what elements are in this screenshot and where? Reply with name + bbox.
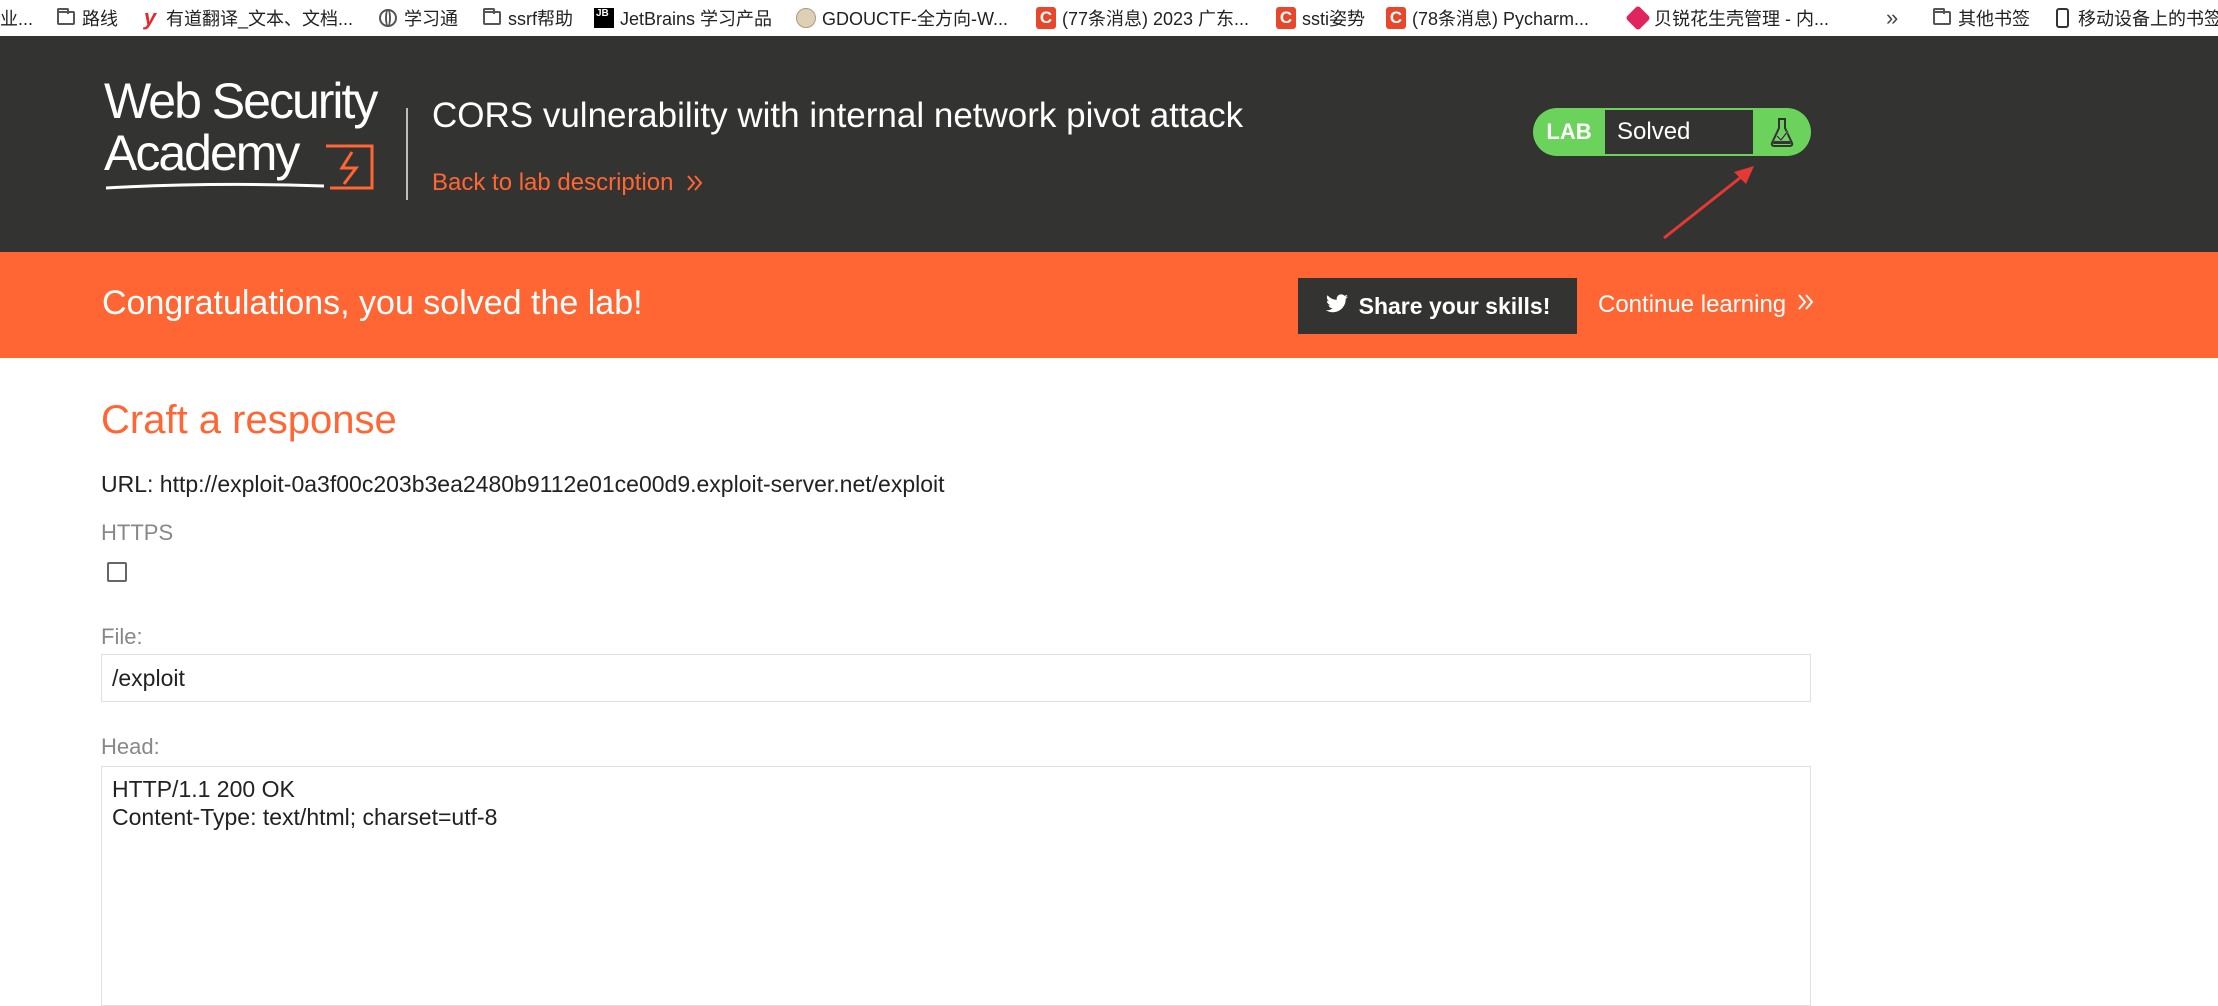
globe-icon — [378, 8, 398, 28]
bookmark-label: (77条消息) 2023 广东... — [1062, 9, 1250, 29]
bookmark-label: 移动设备上的书签 — [2078, 9, 2218, 29]
file-path-input[interactable]: /exploit — [101, 654, 1811, 702]
academy-logo[interactable]: Web Security Academy — [104, 70, 404, 215]
lab-status-widget: LAB Solved — [1533, 108, 1811, 156]
chevron-double-right-icon: » — [1886, 5, 1899, 30]
bookmark-label: 业... — [0, 9, 34, 29]
chevron-double-right-icon — [685, 173, 705, 193]
continue-label: Continue learning — [1598, 291, 1787, 318]
bookmark-item[interactable]: C (77条消息) 2023 广东... — [1036, 0, 1249, 36]
https-checkbox[interactable] — [107, 562, 127, 582]
bookmark-label: 学习通 — [404, 9, 458, 29]
svg-text:Web Security: Web Security — [104, 73, 378, 129]
phone-icon — [2052, 8, 2072, 28]
bookmark-item[interactable]: 其他书签 — [1932, 0, 2030, 36]
lab-header: Web Security Academy CORS vulnerability … — [0, 36, 2218, 252]
https-label: HTTPS — [101, 520, 174, 545]
bookmarks-bar: 业... 路线 y 有道翻译_文本、文档... 学习通 ssrf帮助 JB Je… — [0, 0, 2218, 37]
bookmark-item[interactable]: JB JetBrains 学习产品 — [594, 0, 772, 36]
congrats-message: Congratulations, you solved the lab! — [102, 284, 643, 322]
folder-icon — [56, 8, 76, 28]
bookmark-label: 路线 — [82, 9, 118, 29]
bookmark-item[interactable]: 路线 — [56, 0, 118, 36]
lab-title: CORS vulnerability with internal network… — [432, 96, 1244, 135]
bookmark-item[interactable]: 业... — [0, 0, 33, 36]
folder-icon — [482, 8, 502, 28]
head-line: HTTP/1.1 200 OK — [112, 776, 295, 802]
bookmark-label: JetBrains 学习产品 — [620, 9, 773, 29]
bookmark-label: (78条消息) Pycharm... — [1412, 9, 1590, 29]
head-textarea[interactable]: HTTP/1.1 200 OK Content-Type: text/html;… — [101, 766, 1811, 1006]
bookmark-label: 有道翻译_文本、文档... — [166, 9, 354, 29]
head-label: Head: — [101, 734, 160, 759]
chevron-double-right-icon — [1796, 291, 1816, 319]
bookmark-item[interactable]: GDOUCTF-全方向-W... — [796, 0, 1008, 36]
section-title: Craft a response — [101, 398, 397, 442]
csdn-icon: C — [1036, 7, 1056, 29]
bookmark-item[interactable]: C (78条消息) Pycharm... — [1386, 0, 1589, 36]
logo-graphic: Web Security Academy — [104, 73, 380, 190]
gem-icon — [1625, 5, 1651, 31]
bookmarks-overflow-button[interactable]: » — [1886, 0, 1898, 36]
head-line: Content-Type: text/html; charset=utf-8 — [112, 804, 498, 830]
jetbrains-icon: JB — [594, 8, 614, 28]
bookmark-label: 贝锐花生壳管理 - 内... — [1654, 9, 1829, 29]
bookmark-item[interactable]: ssrf帮助 — [482, 0, 573, 36]
flask-solved-icon — [1753, 108, 1811, 156]
youdao-icon: y — [143, 5, 157, 30]
file-label: File: — [101, 624, 143, 649]
bookmark-label: ssti姿势 — [1302, 9, 1365, 29]
lab-status-text: Solved — [1605, 108, 1753, 156]
continue-learning-link[interactable]: Continue learning — [1598, 291, 1816, 319]
bookmark-item[interactable]: 移动设备上的书签 — [2052, 0, 2218, 36]
csdn-icon: C — [1386, 7, 1406, 29]
annotation-arrow — [1663, 166, 1754, 240]
bookmark-label: GDOUCTF-全方向-W... — [822, 9, 1008, 29]
back-to-description-link[interactable]: Back to lab description — [432, 169, 705, 197]
share-button-label: Share your skills! — [1358, 292, 1551, 319]
back-link-label: Back to lab description — [432, 169, 674, 196]
exploit-url: URL: http://exploit-0a3f00c203b3ea2480b9… — [101, 471, 945, 497]
svg-text:Academy: Academy — [104, 125, 300, 181]
share-skills-button[interactable]: Share your skills! — [1298, 278, 1577, 334]
bookmark-item[interactable]: 贝锐花生壳管理 - 内... — [1625, 0, 1829, 36]
sheep-icon — [796, 8, 816, 28]
bookmark-item[interactable]: 学习通 — [378, 0, 458, 36]
logo-divider — [406, 108, 408, 200]
folder-icon — [1932, 8, 1952, 28]
lab-tag: LAB — [1546, 119, 1592, 144]
bookmark-label: 其他书签 — [1958, 9, 2030, 29]
csdn-icon: C — [1276, 7, 1296, 29]
bookmark-item[interactable]: C ssti姿势 — [1276, 0, 1365, 36]
twitter-icon — [1325, 293, 1349, 320]
bookmark-label: ssrf帮助 — [508, 9, 573, 29]
bookmark-item[interactable]: y 有道翻译_文本、文档... — [140, 0, 353, 36]
success-banner: Congratulations, you solved the lab! Sha… — [0, 252, 2218, 358]
